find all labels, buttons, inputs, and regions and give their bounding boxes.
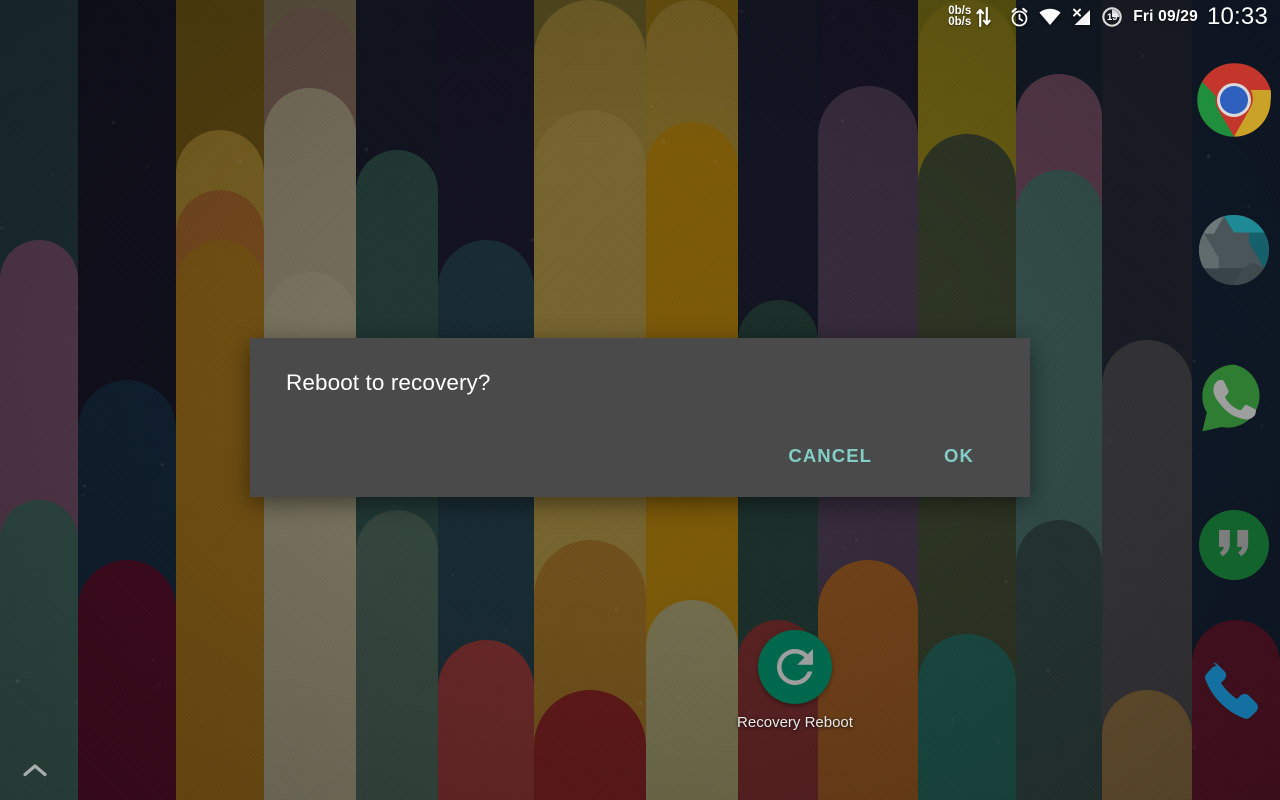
dock-item-chrome[interactable]	[1194, 60, 1274, 140]
upload-download-arrows-icon	[976, 7, 991, 27]
wallpaper-capsule	[356, 510, 438, 800]
dialog-button-row: CANCEL OK	[774, 437, 988, 475]
wallpaper-capsule	[918, 634, 1016, 800]
wallpaper-stripe	[78, 0, 176, 800]
wallpaper-capsule	[78, 560, 176, 800]
dock-item-whatsapp[interactable]	[1194, 358, 1274, 438]
wallpaper-capsule	[1016, 520, 1102, 800]
status-bar: 0b/s 0b/s 19 Fri 09/29 10:33	[0, 0, 1280, 34]
chevron-up-icon[interactable]	[20, 758, 50, 782]
android-home-screen: Recovery Reboot 0b/s 0b/s 19 Fri 09/29 1…	[0, 0, 1280, 800]
battery-icon: 19	[1102, 7, 1122, 27]
wallpaper-capsule	[0, 500, 78, 800]
dialog-title: Reboot to recovery?	[286, 370, 491, 395]
battery-level-text: 19	[1106, 11, 1118, 23]
alarm-clock-icon	[1009, 7, 1030, 28]
reboot-refresh-icon[interactable]	[758, 630, 832, 704]
wallpaper-stripe	[1102, 0, 1192, 800]
wallpaper-capsule	[176, 240, 264, 800]
dock-item-hangouts[interactable]	[1194, 505, 1274, 585]
cancel-button[interactable]: CANCEL	[774, 437, 886, 475]
hangouts-quote-icon	[1199, 510, 1269, 580]
whatsapp-icon	[1202, 364, 1260, 432]
network-download-rate: 0b/s	[948, 16, 972, 28]
wallpaper-stripe	[0, 0, 78, 800]
ok-button[interactable]: OK	[930, 437, 988, 475]
wallpaper-capsule	[534, 690, 646, 800]
phone-handset-icon	[1205, 662, 1258, 719]
status-bar-clock: 10:33	[1206, 3, 1268, 30]
status-bar-date: Fri 09/29	[1133, 8, 1198, 25]
wallpaper-capsule	[1102, 690, 1192, 800]
app-shortcut-recovery-reboot[interactable]: Recovery Reboot	[720, 630, 870, 731]
dock-item-camera[interactable]	[1194, 210, 1274, 290]
camera-aperture-icon	[1198, 214, 1270, 286]
wifi-icon	[1039, 8, 1061, 26]
reboot-confirmation-dialog: Reboot to recovery? CANCEL OK	[250, 338, 1030, 497]
wallpaper-capsule	[438, 640, 534, 800]
network-speed-indicator: 0b/s 0b/s	[948, 5, 991, 28]
app-shortcut-label: Recovery Reboot	[737, 714, 853, 731]
dock-item-phone[interactable]	[1194, 655, 1274, 735]
chrome-icon	[1197, 63, 1272, 137]
cellular-no-sim-icon	[1070, 8, 1092, 27]
